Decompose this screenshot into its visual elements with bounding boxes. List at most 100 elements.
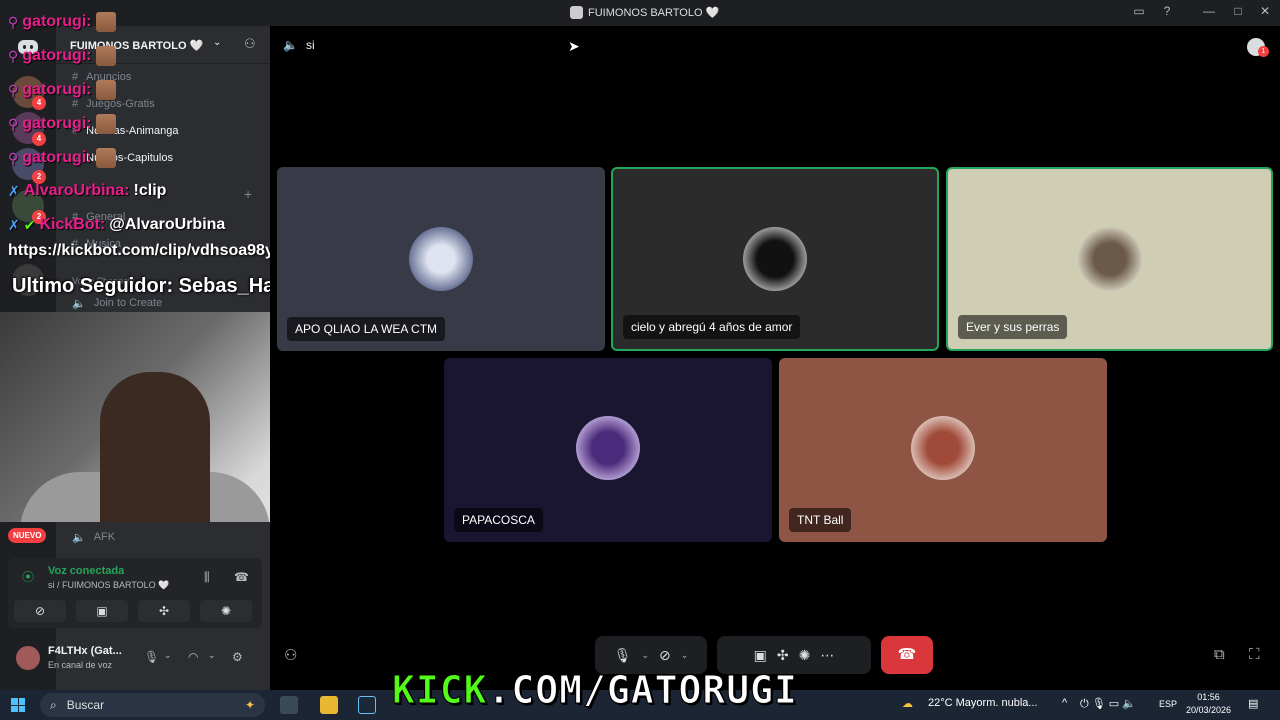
headphones-icon[interactable]: ◠ [188, 650, 198, 664]
tray-icons[interactable]: ⏻ 🎙 ▭ 🔈 [1080, 697, 1136, 711]
verified-icon: ✔ [23, 216, 36, 233]
kick-banner: KICK.COM/GATORUGI [392, 668, 798, 712]
clip-link: https://kickbot.com/clip/vdhsoa98yeik [8, 242, 297, 259]
chat-message: ✗ AlvaroUrbina: !clip [8, 182, 167, 199]
person-head [100, 372, 210, 522]
participant-name: TNT Ball [789, 508, 852, 532]
server-badge: 4 [32, 132, 46, 146]
new-badge: NUEVO [8, 528, 47, 543]
user-panel: F4LTHx (Gat... En canal de voz 🎙 ⌄ ◠ ⌄ ⚙ [8, 638, 262, 680]
pin-icon: ⚲ [8, 149, 19, 166]
invite-to-call-icon[interactable]: ⚇ [284, 646, 297, 664]
emote-face [95, 148, 116, 168]
emote-face [95, 46, 116, 66]
notification-badge: 1 [1258, 46, 1269, 57]
participant-name: APO QLIAO LA WEA CTM [287, 317, 446, 341]
voice-location[interactable]: si / FUIMONOS BARTOLO 🤍 [48, 580, 169, 591]
participant-avatar [743, 227, 807, 291]
microphone-icon[interactable]: 🎙 [144, 650, 159, 664]
chevron-down-icon[interactable]: ⌄ [681, 650, 689, 661]
soundboard-button[interactable]: ✺ [200, 600, 252, 622]
search-icon: ⌕ [50, 697, 57, 712]
screen-share-button[interactable]: ▣ [76, 600, 128, 622]
settings-gear-icon[interactable]: ⚙ [232, 650, 243, 664]
disconnect-icon[interactable]: ☎ [234, 570, 249, 584]
title-bar: FUIMONOS BARTOLO 🤍 ▭ ? — □ ✕ [0, 0, 1280, 26]
participant-avatar [576, 416, 640, 480]
emote-face [95, 114, 116, 134]
mouse-cursor-icon: ➤ [568, 38, 580, 54]
activities-button[interactable]: ✣ [138, 600, 190, 622]
chevron-down-icon[interactable]: ⌄ [164, 650, 172, 661]
end-call-button[interactable]: ☎ [881, 636, 933, 674]
noise-suppression-icon[interactable]: ⫼ [204, 570, 210, 585]
channel-title: 🔈 si [283, 38, 315, 52]
invite-people-icon[interactable]: ⚇ [244, 36, 256, 52]
activities-icon[interactable]: ✣ [777, 647, 789, 664]
speaker-icon: 🔈 [72, 532, 86, 544]
participant-tile[interactable]: PAPACOSCA [444, 358, 772, 542]
chat-message: ⚲ gatorugi: [8, 148, 116, 168]
file-explorer-icon[interactable] [320, 696, 338, 714]
close-button[interactable]: ✕ [1256, 4, 1274, 18]
participant-tile[interactable]: cielo y abregú 4 años de amor [611, 167, 939, 351]
participant-name: cielo y abregú 4 años de amor [623, 315, 801, 339]
microphone-icon[interactable]: 🎙 [614, 647, 632, 664]
help-icon[interactable]: ? [1158, 4, 1176, 18]
voice-status[interactable]: Voz conectada [48, 565, 124, 577]
pin-icon: ⚲ [8, 81, 19, 98]
chevron-down-icon: ⌄ [213, 37, 222, 48]
sword-icon: ✗ [8, 182, 20, 199]
participant-avatar [911, 416, 975, 480]
steam-icon[interactable] [358, 696, 376, 714]
minimize-button[interactable]: — [1200, 4, 1218, 18]
participant-avatar [1078, 227, 1142, 291]
pin-icon: ⚲ [8, 47, 19, 64]
voice-call-area [270, 26, 1280, 690]
participant-tile[interactable]: TNT Ball [779, 358, 1107, 542]
taskbar-clock[interactable]: 01:56 20/03/2026 [1186, 691, 1231, 717]
participant-name: PAPACOSCA [454, 508, 543, 532]
chat-message: ⚲ gatorugi: [8, 46, 116, 66]
participant-tile[interactable]: APO QLIAO LA WEA CTM [277, 167, 605, 351]
pin-icon: ⚲ [8, 115, 19, 132]
emote-face [95, 80, 116, 100]
task-view-icon[interactable] [280, 696, 298, 714]
participant-name: Ever y sus perras [958, 315, 1068, 339]
username[interactable]: F4LTHx (Gat... [48, 645, 122, 657]
chevron-down-icon[interactable]: ⌄ [641, 650, 649, 661]
notifications-icon[interactable]: ▤ [1248, 697, 1258, 710]
chevron-down-icon[interactable]: ⌄ [208, 650, 216, 661]
maximize-button[interactable]: □ [1229, 4, 1247, 18]
speaker-icon: 🔈 [283, 38, 298, 52]
pin-icon: ⚲ [8, 13, 19, 30]
signal-icon[interactable]: ⦿ [22, 568, 34, 585]
weather-text[interactable]: 22°C Mayorm. nubla... [928, 697, 1038, 709]
fullscreen-icon[interactable]: ⛶ [1249, 646, 1260, 663]
channel-afk[interactable]: 🔈 AFK [72, 531, 115, 544]
weather-icon[interactable]: ☁ [902, 697, 913, 710]
chat-message: ⚲ gatorugi: [8, 114, 116, 134]
participant-tile[interactable]: Ever y sus perras [946, 167, 1273, 351]
more-options-icon[interactable]: ⋯ [820, 647, 834, 664]
tray-chevron-icon[interactable]: ^ [1062, 697, 1067, 709]
server-icon [570, 6, 583, 19]
windows-start-icon[interactable] [11, 698, 25, 712]
taskbar-search[interactable]: ⌕ Buscar ✦ [40, 693, 265, 717]
add-channel-icon[interactable]: + [244, 186, 252, 202]
participant-avatar [409, 227, 473, 291]
voice-connected-panel: ⦿ Voz conectada si / FUIMONOS BARTOLO 🤍 … [8, 558, 262, 628]
soundboard-icon[interactable]: ✺ [799, 647, 811, 664]
camera-off-icon[interactable]: ⊘ [659, 647, 671, 664]
camera-off-button[interactable]: ⊘ [14, 600, 66, 622]
chat-message: ⚲ gatorugi: [8, 80, 116, 100]
chat-message: ⚲ gatorugi: [8, 12, 116, 32]
inbox-screen-icon[interactable]: ▭ [1130, 4, 1148, 18]
language-indicator[interactable]: ESP [1159, 699, 1177, 709]
avatar[interactable] [16, 646, 40, 670]
user-status: En canal de voz [48, 660, 113, 670]
screen-share-icon[interactable]: ▣ [754, 647, 767, 664]
window-title: FUIMONOS BARTOLO 🤍 [570, 6, 719, 19]
popout-icon[interactable]: ⧉ [1214, 646, 1225, 663]
channel-join-to-create[interactable]: 🔈 Join to Create [72, 297, 162, 310]
